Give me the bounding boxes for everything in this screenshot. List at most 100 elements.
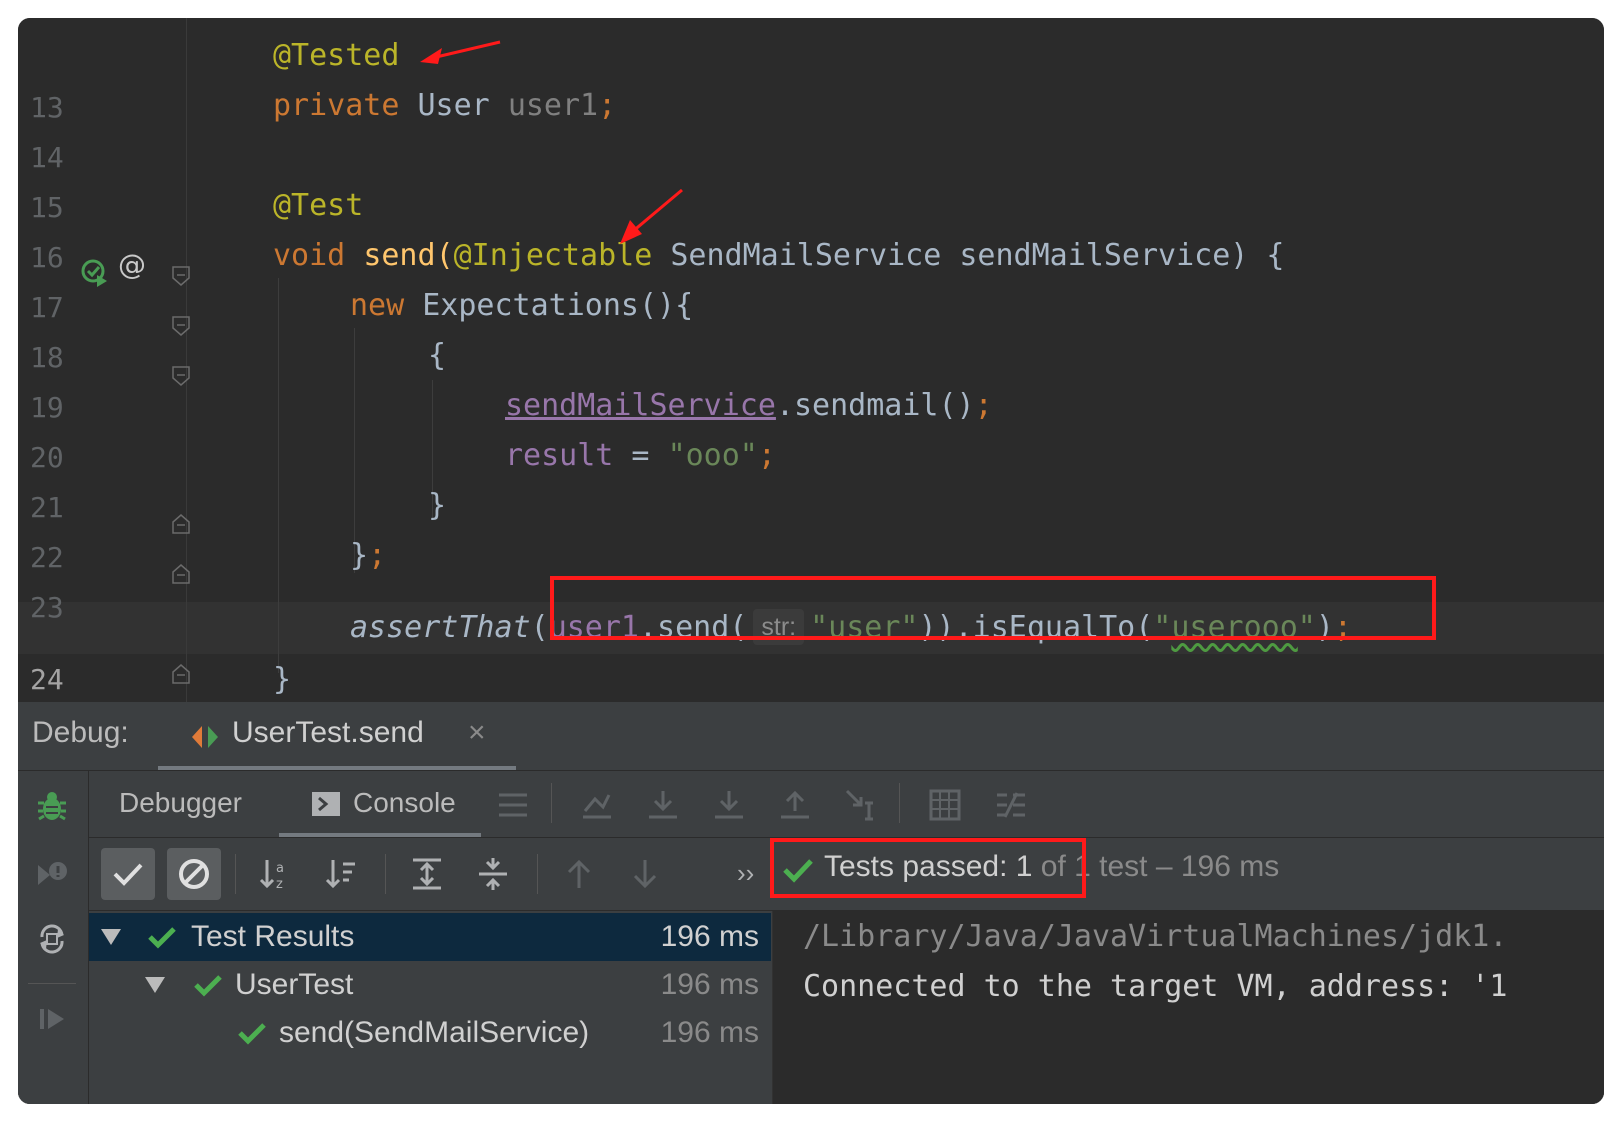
collapse-all-icon[interactable]: [475, 856, 511, 892]
parameter-token: sendMailService: [505, 388, 776, 423]
brace-token: {: [428, 338, 447, 373]
code-line-23[interactable]: 23 };: [18, 530, 1604, 624]
code-line-21[interactable]: 21 result = "ooo";: [18, 430, 1604, 524]
code-line-16[interactable]: 16 @Test: [18, 180, 1604, 274]
field-token: user1: [507, 88, 599, 123]
run-test-icon[interactable]: [80, 258, 110, 288]
step-out-icon[interactable]: [777, 787, 813, 823]
passed-check-icon: [148, 927, 176, 949]
keyword-token: void: [273, 238, 364, 273]
debug-title: Debug:: [32, 716, 129, 749]
code-line-18[interactable]: 18 new Expectations(){: [18, 280, 1604, 374]
method-name-token: send: [363, 238, 436, 273]
svg-text:a: a: [276, 861, 284, 876]
expand-arrow-icon[interactable]: [145, 977, 165, 993]
sort-by-duration-icon[interactable]: [323, 856, 359, 892]
code-line-15[interactable]: 15: [18, 130, 1604, 224]
tree-row-test-results[interactable]: Test Results 196 ms: [89, 913, 771, 961]
menu-icon[interactable]: [495, 787, 531, 823]
tree-row-usertest[interactable]: UserTest 196 ms: [89, 961, 771, 1009]
paren-token: (: [435, 238, 454, 273]
test-session-icon: [192, 726, 218, 748]
tree-row-label: UserTest: [235, 968, 354, 1001]
implemented-marker-icon[interactable]: @: [118, 250, 148, 280]
debug-header: Debug: UserTest.send ×: [18, 702, 1604, 771]
field-token: result: [505, 438, 614, 473]
toolbar-overflow-icon[interactable]: ››: [737, 858, 754, 889]
code-line-17[interactable]: 17 void send(@Injectable SendMailService…: [18, 230, 1604, 324]
passed-check-icon: [194, 975, 222, 997]
red-arrow-annotation: [620, 188, 683, 244]
keyword-token: new: [350, 288, 423, 323]
ide-window: 13 @Tested 14 private User user1; 15 16 …: [18, 18, 1604, 1104]
reload-icon[interactable]: [34, 921, 70, 957]
type-token: User: [417, 88, 508, 123]
show-ignored-button[interactable]: [167, 848, 221, 900]
console-output[interactable]: /Library/Java/JavaVirtualMachines/jdk1. …: [772, 911, 1604, 1104]
show-passed-button[interactable]: [101, 848, 155, 900]
expand-all-icon[interactable]: [409, 856, 445, 892]
next-failed-icon[interactable]: [627, 856, 663, 892]
code-editor[interactable]: 13 @Tested 14 private User user1; 15 16 …: [18, 18, 1604, 748]
tree-row-label: send(SendMailService): [279, 1016, 590, 1049]
red-arrow-annotation: [420, 40, 501, 64]
annotation-token: @Tested: [273, 38, 400, 73]
step-over-icon[interactable]: [645, 787, 681, 823]
console-icon: [312, 792, 340, 816]
show-execution-point-icon[interactable]: [579, 787, 615, 823]
trace-stream-icon[interactable]: [993, 787, 1029, 823]
console-line: Connected to the target VM, address: '1: [803, 969, 1508, 1004]
toolbar-separator: [537, 854, 538, 894]
brace-token: }: [350, 538, 369, 573]
toolbar-separator: [235, 854, 236, 894]
tab-console[interactable]: Console: [353, 787, 456, 819]
strip-divider: [28, 983, 76, 984]
debug-side-toolbar: [18, 771, 89, 1104]
semicolon-token: ;: [368, 538, 387, 573]
tab-underline: [158, 766, 516, 770]
expand-arrow-icon[interactable]: [101, 929, 121, 945]
fold-open-icon[interactable]: [172, 366, 190, 386]
step-into-icon[interactable]: [711, 787, 747, 823]
code-line-25[interactable]: 25 }: [18, 654, 1604, 748]
rerun-failed-icon[interactable]: [34, 855, 70, 891]
annotation-token: @Test: [273, 188, 364, 223]
tree-row-time: 196 ms: [660, 920, 759, 953]
params-token: SendMailService sendMailService) {: [652, 238, 1285, 273]
semicolon-token: ;: [974, 388, 993, 423]
toolbar-separator: [899, 783, 900, 823]
close-icon[interactable]: ×: [468, 716, 486, 750]
code-line-20[interactable]: 20 sendMailService.sendmail();: [18, 380, 1604, 474]
fold-close-icon[interactable]: [172, 514, 190, 534]
run-to-cursor-icon[interactable]: [843, 787, 879, 823]
code-token: Expectations(){: [422, 288, 694, 323]
semicolon-token: ;: [757, 438, 776, 473]
brace-token: }: [273, 662, 292, 697]
tab-debugger[interactable]: Debugger: [119, 787, 242, 819]
fold-open-icon[interactable]: [172, 316, 190, 336]
previous-failed-icon[interactable]: [561, 856, 597, 892]
fold-open-icon[interactable]: [172, 266, 190, 286]
debug-session-tab-label: UserTest.send: [232, 716, 424, 749]
assertion-highlight-box: [550, 576, 1436, 640]
tree-row-send-test[interactable]: send(SendMailService) 196 ms: [89, 1009, 771, 1057]
passed-check-icon: [238, 1023, 266, 1045]
fold-close-icon[interactable]: [172, 664, 190, 684]
code-line-22[interactable]: 22 }: [18, 480, 1604, 574]
console-line: /Library/Java/JavaVirtualMachines/jdk1.: [803, 919, 1508, 954]
resume-icon[interactable]: [34, 1001, 70, 1037]
test-results-tree: Test Results 196 ms UserTest 196 ms send…: [89, 911, 771, 1104]
fold-close-icon[interactable]: [172, 564, 190, 584]
bug-icon[interactable]: [34, 789, 70, 825]
ignored-icon: [179, 859, 209, 889]
semicolon-token: ;: [598, 88, 617, 123]
evaluate-expression-icon[interactable]: [927, 787, 963, 823]
tab-underline: [279, 833, 481, 837]
code-line-13[interactable]: 13 @Tested: [18, 30, 1604, 124]
sort-alphabetically-icon[interactable]: a z: [257, 856, 293, 892]
svg-text:z: z: [276, 877, 283, 892]
method-call-token: assertThat: [350, 610, 531, 645]
paren-token: (: [530, 610, 549, 645]
code-line-19[interactable]: 19 {: [18, 330, 1604, 424]
code-line-14[interactable]: 14 private User user1;: [18, 80, 1604, 174]
